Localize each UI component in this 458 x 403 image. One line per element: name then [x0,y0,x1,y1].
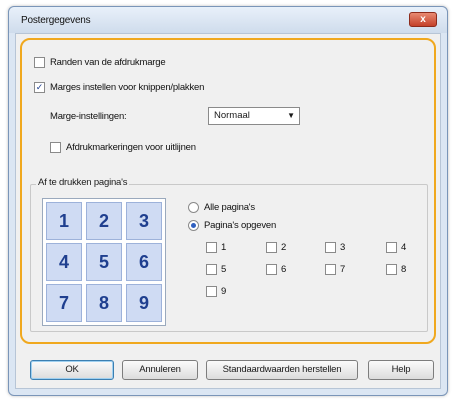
page-checkbox-6-label: 6 [281,264,287,275]
page-checkbox-1-label: 1 [221,242,227,253]
poster-settings-dialog: Postergegevens x Randen van de afdrukmar… [8,6,448,396]
page-checkbox-7-label: 7 [340,264,346,275]
margins-checkbox-label[interactable]: Randen van de afdrukmarge [50,57,166,68]
page-tile-5[interactable]: 5 [86,243,122,281]
page-tile-4[interactable]: 4 [46,243,82,281]
page-checkbox-3-label: 3 [340,242,346,253]
page-checkbox-6[interactable] [266,264,277,275]
page-tile-9[interactable]: 9 [126,284,162,322]
specify-pages-radio-label[interactable]: Pagina's opgeven [204,220,276,231]
restore-defaults-button[interactable]: Standaardwaarden herstellen [206,360,358,380]
page-tile-8[interactable]: 8 [86,284,122,322]
dialog-body: Randen van de afdrukmarge ✓ Marges inste… [15,33,441,389]
specify-pages-radio[interactable] [188,220,199,231]
ok-button[interactable]: OK [30,360,114,380]
all-pages-radio[interactable] [188,202,199,213]
close-button[interactable]: x [409,12,437,27]
page-tile-2[interactable]: 2 [86,202,122,240]
page-checkbox-7[interactable] [325,264,336,275]
checkmark-icon: ✓ [35,82,44,92]
page-checkbox-9[interactable] [206,286,217,297]
margin-settings-select[interactable]: Normaal ▼ [208,107,300,125]
page-checkbox-2-label: 2 [281,242,287,253]
align-marks-checkbox-label[interactable]: Afdrukmarkeringen voor uitlijnen [66,142,196,153]
page-checkbox-5-label: 5 [221,264,227,275]
page-checkbox-3[interactable] [325,242,336,253]
page-checkbox-5[interactable] [206,264,217,275]
page-checkbox-8[interactable] [386,264,397,275]
margin-settings-value: Normaal [214,110,250,121]
page-tile-3[interactable]: 3 [126,202,162,240]
cancel-button[interactable]: Annuleren [122,360,198,380]
page-tile-7[interactable]: 7 [46,284,82,322]
margins-checkbox[interactable] [34,57,45,68]
pages-group-title: Af te drukken pagina's [36,177,130,188]
page-checkbox-9-label: 9 [221,286,227,297]
margin-settings-label: Marge-instellingen: [50,111,127,122]
page-checkbox-1[interactable] [206,242,217,253]
title-bar: Postergegevens x [9,7,447,33]
page-checkbox-8-label: 8 [401,264,407,275]
align-marks-checkbox[interactable] [50,142,61,153]
page-checkbox-4[interactable] [386,242,397,253]
page-tile-1[interactable]: 1 [46,202,82,240]
help-button[interactable]: Help [368,360,434,380]
page-tile-6[interactable]: 6 [126,243,162,281]
page-checkbox-2[interactable] [266,242,277,253]
all-pages-radio-label[interactable]: Alle pagina's [204,202,255,213]
page-checkbox-4-label: 4 [401,242,407,253]
cut-paste-checkbox-label[interactable]: Marges instellen voor knippen/plakken [50,82,204,93]
dropdown-arrow-icon: ▼ [287,111,295,120]
cut-paste-checkbox[interactable]: ✓ [34,82,45,93]
close-icon: x [420,14,426,25]
dialog-title: Postergegevens [21,15,91,26]
